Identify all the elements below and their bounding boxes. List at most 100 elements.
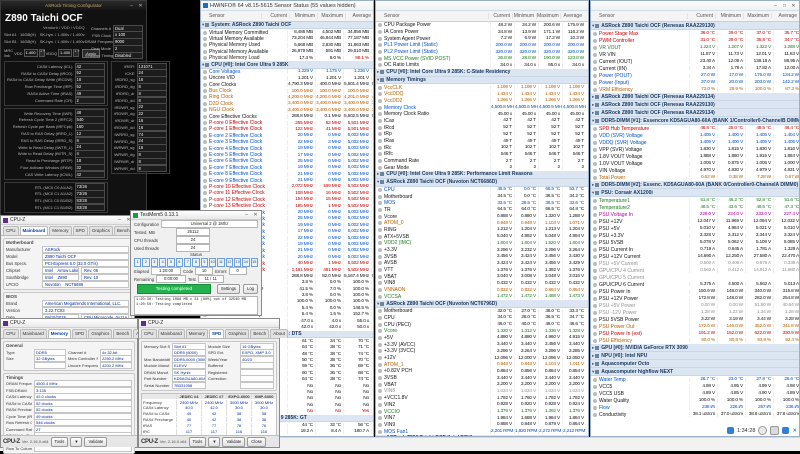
expand-collapse-icon[interactable]: ▾ (377, 77, 379, 83)
sensor-row[interactable]: MOS Fan12,201 RPM1,820 RPM2,272 RPM2,212… (376, 428, 588, 435)
sensor-row[interactable]: E-core 7 Effective Clock19 MHz0 MHz5,002… (201, 165, 373, 171)
sensor-row[interactable]: PSU +12V Power172.8 W148.0 W282.0 W254.8… (591, 295, 799, 302)
sensor-row[interactable]: CPU34.0 °C28.0 °C36.5 °C34.7 °C (376, 315, 588, 322)
sensor-row[interactable]: TR64.5 °C64.0 °C66.5 °C64.8 °C (376, 207, 588, 214)
sensor-row[interactable]: Memory Clock Ratio45.00 x45.00 x45.00 x4… (376, 111, 588, 118)
sensor-row[interactable]: PSU +3.3V3.328 V3.312 V3.344 V3.324 V (591, 232, 799, 239)
expand-collapse-icon[interactable]: ▸ (592, 94, 594, 100)
tab-bench[interactable]: Bench (113, 329, 132, 338)
sensor-row[interactable]: PSU +12V Current14.690 A12.250 A27.580 A… (591, 253, 799, 260)
sensor-row[interactable]: tRc102 T102 T102 T102 T (376, 144, 588, 151)
timing-value-input[interactable]: 42 (75, 171, 105, 179)
tab-mainboard[interactable]: Mainboard (20, 226, 49, 235)
sensor-row[interactable]: Ring Clock4,200.0 MHz4,200.0 MHz4,201.0 … (201, 94, 373, 100)
expand-collapse-icon[interactable]: ▸ (592, 110, 594, 116)
sensor-row[interactable]: Power (POUT)27.0 W17.0 W176.0 W134.2 W (591, 72, 799, 79)
vdd-stepper[interactable]: ▲▼ (39, 49, 45, 57)
sensor-row[interactable]: Core Voltages1.229 V1.175 V1.236 V1.229 … (201, 69, 373, 75)
cpuz-titlebar[interactable]: CPU-Z (1, 319, 137, 328)
sensor-row[interactable]: +0.82V PCH0.864 V0.856 V0.864 V0.854 V (376, 368, 588, 375)
sensor-section-header[interactable]: ▾Aquacomputer highflow NEXT (591, 368, 799, 376)
sensor-row[interactable]: Power (Input)37.0 W20.0 W203.0 W142.2 W (591, 79, 799, 86)
sensor-section-header[interactable]: ▸ASRock Z890 Taichi OCF (Renesas RAA2291… (591, 101, 799, 109)
sensor-row[interactable]: Bus Clock100.0 MHz100.0 MHz100.0 MHz100.… (201, 88, 373, 94)
expand-collapse-icon[interactable]: ▾ (592, 369, 594, 375)
sensor-row[interactable]: VIN81.024 V1.024 V1.024 V1.024 V (376, 388, 588, 395)
sensor-row[interactable]: Physical Memory Load17.4 %9.0 %98.1 %94.… (201, 55, 373, 61)
sensor-row[interactable]: MOS33.5 °C29.5 °C36.5 °C33.6 °C (376, 200, 588, 207)
sensor-row[interactable]: Core Effective Clocks288.8 MHz0.1 MHz5,5… (201, 113, 373, 119)
sensor-section-header[interactable]: ▸DDR5-DIMM [#2]: Essenc. KD5AGUA80-60A (… (591, 181, 799, 189)
expand-collapse-icon[interactable]: ▾ (202, 22, 204, 28)
sensor-section-header[interactable]: ▾System: ASRock Z890 Taichi OCF (201, 22, 373, 29)
cpuz-titlebar[interactable]: CPU-Z (139, 319, 279, 328)
sensor-row[interactable]: Gear Mode2222 (376, 164, 588, 171)
sensor-section-header[interactable]: ▾Memory Timings (376, 77, 588, 85)
sensor-row[interactable]: VIN90.888 V0.848 V0.879 V0.864 V (376, 422, 588, 429)
sensor-row[interactable]: D2D Clock3,400.0 MHz3,400.0 MHz3,400.0 M… (201, 101, 373, 107)
sensor-row[interactable]: Memory Clock4,500.8 MHz4,500.6 MHz4,500.… (376, 104, 588, 111)
sensor-row[interactable]: 1.8V VOUT Voltage1.888 V1.880 V1.915 V1.… (591, 153, 799, 160)
sensor-row[interactable]: Conductivity38.1 uS/cm37.0 uS/cm38.6 uS/… (591, 411, 799, 418)
sensor-row[interactable]: Power Stage Max36.0 °C29.0 °C37.0 °C35.7… (591, 30, 799, 37)
close-icon[interactable]: ✕ (137, 3, 144, 9)
expand-collapse-icon[interactable]: ▸ (592, 345, 594, 351)
sensor-row[interactable]: VR VIN11.87 V11.73 V12.01 V11.83 V (591, 51, 799, 58)
cpuz-titlebar[interactable]: CPU-Z –✕ (1, 216, 134, 225)
validate-button[interactable]: Validate (84, 437, 107, 447)
tab-memory[interactable]: Memory (49, 226, 71, 235)
tab-memory[interactable]: Memory (186, 329, 208, 338)
vddq-input[interactable]: 1.400 (58, 49, 72, 57)
hwinfo-titlebar[interactable]: – □ ✕ (591, 1, 799, 11)
expand-collapse-icon[interactable]: ▾ (592, 118, 594, 124)
sensor-row[interactable]: Vcore1.320 V1.312 V1.336 V1.328 V (376, 328, 588, 335)
sensor-row[interactable]: PSU +12V12.047 V11.969 V12.094 V12.032 V (591, 218, 799, 225)
sensor-row[interactable]: ATOM_10.948 V0.848 V1.104 V1.011 V (376, 361, 588, 368)
tab-graphics[interactable]: Graphics (89, 226, 113, 235)
timing-value-input[interactable]: Disabled (113, 52, 143, 60)
sensor-row[interactable]: 1.0V VOUT Voltage1.005 V0.875 V1.005 V1.… (591, 160, 799, 167)
sensor-row[interactable]: VNNAON0.832 V0.832 V0.864 V0.854 V (376, 287, 588, 294)
sensor-row[interactable]: tRfc546 T546 T546 T546 T (376, 151, 588, 158)
tab-about[interactable]: About (270, 329, 288, 338)
clock-icon[interactable] (758, 426, 767, 435)
sensor-row[interactable]: System Agent Power7.2 W6.9 W17.2 W10.3 W (376, 35, 588, 42)
sensor-row[interactable]: 3VSB3.440 V3.440 V3.440 V3.440 V (376, 375, 588, 382)
sensor-row[interactable]: tRas49 T49 T49 T49 T (376, 138, 588, 145)
sensor-row[interactable]: PSU Efficiency90.0 %80.8 %93.9 %92.4 % (591, 337, 799, 344)
sensor-section-header[interactable]: ▾ASRock Z890 Taichi OCF (Nuvoton NCT6686… (376, 179, 588, 187)
expand-collapse-icon[interactable]: ▾ (592, 190, 594, 196)
sensor-section-header[interactable]: ▸CPU [#0]: Intel Core Ultra 9 285K: Perf… (376, 171, 588, 179)
sensor-row[interactable]: PWM Controller31.0 °C29.0 °C35.8 °C34.7 … (591, 37, 799, 44)
close-icon[interactable]: ✕ (252, 212, 259, 218)
timing-value-input[interactable]: 2 (75, 97, 105, 105)
timing-value-input[interactable]: 8 (137, 165, 167, 173)
tab-spd[interactable]: SPD (209, 329, 224, 338)
sensor-row[interactable]: +12V12.096 V12.000 V12.096 V12.050 V (376, 355, 588, 362)
sensor-row[interactable]: P-core 11 Effective Clock108 MHz16 MHz5,… (201, 190, 373, 196)
sensor-row[interactable]: VIN20.928 V0.920 V0.928 V0.924 V (376, 402, 588, 409)
sensor-row[interactable]: P-core 13 Effective Clock185 MHz1 MHz5,5… (201, 203, 373, 209)
sensor-section-header[interactable]: ▸Aquacomputer Octo (591, 360, 799, 368)
vdd-input[interactable]: 1.400 (24, 49, 38, 57)
sensor-row[interactable]: VCCSA1.472 V1.472 V1.488 V1.473 V (376, 294, 588, 301)
sensor-row[interactable]: PSU 5VSB5.078 V5.062 V5.109 V5.085 V (591, 239, 799, 246)
expand-collapse-icon[interactable]: ▾ (592, 23, 594, 29)
sensor-row[interactable]: Current (IOUT)23.40 A12.09 A138.18 A86.9… (591, 58, 799, 65)
sensor-row[interactable]: Uncore VID1.201 V1.201 V1.201 V1.201 V (201, 75, 373, 81)
sensor-row[interactable]: Current (IIN)3.34 A1.78 A17.82 A12.00 A (591, 65, 799, 72)
tab-memory[interactable]: Memory (48, 329, 71, 338)
tab-cpu[interactable]: CPU (3, 329, 19, 338)
sensor-row[interactable]: P-core 1 Effective Clock122 MHz41 MHz5,5… (201, 126, 373, 132)
expand-collapse-icon[interactable]: ▸ (377, 171, 379, 177)
sensor-row[interactable]: tRcd52 T52 T52 T52 T (376, 124, 588, 131)
expand-collapse-icon[interactable]: ▾ (377, 179, 379, 185)
sensor-section-header[interactable]: ▸CPU [#0]: Intel Core Ultra 9 285K: C-St… (376, 69, 588, 77)
sensor-row[interactable]: +5V4.880 V4.880 V4.960 V4.915 V (376, 335, 588, 342)
sensor-row[interactable]: VDD2 (IMC)1.504 V1.504 V1.520 V1.504 V (376, 240, 588, 247)
sensor-row[interactable]: PL2 Power Limit (Static)320.0 W320.0 W32… (376, 49, 588, 56)
sensor-row[interactable]: PSU Voltage In228.0 V224.0 V233.0 V227.4… (591, 211, 799, 218)
sensor-row[interactable]: P-core 12 Effective Clock154 MHz15 MHz5,… (201, 197, 373, 203)
sensor-row[interactable]: VRM Efficiency73.0 %29.9 %100.0 %87.3 % (591, 86, 799, 93)
sensor-row[interactable]: RING1.212 V1.204 V1.213 V1.204 V (376, 227, 588, 234)
